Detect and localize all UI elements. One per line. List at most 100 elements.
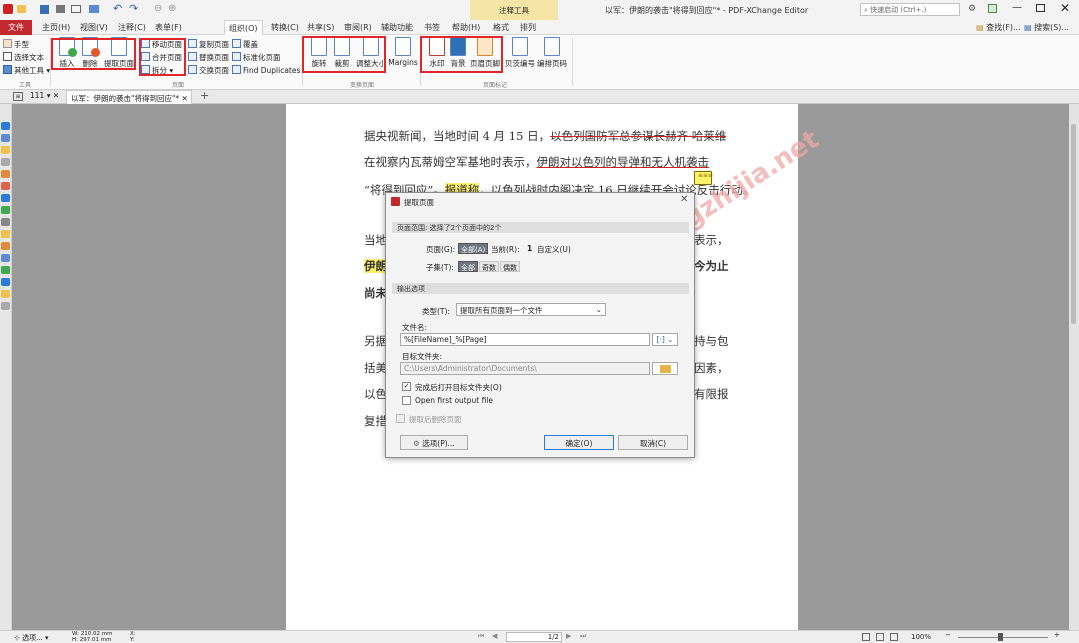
find-duplicates-button[interactable]: Find Duplicates <box>232 65 300 75</box>
overlay-button[interactable]: 覆盖 <box>232 39 258 50</box>
select-text-tool[interactable]: 选择文本 <box>3 52 44 63</box>
filename-input[interactable]: %[FileName]_%[Page] <box>400 333 650 346</box>
menu-home[interactable]: 主页(H) <box>42 22 70 33</box>
menu-convert[interactable]: 转换(C) <box>271 22 299 33</box>
cursor-icon: ⊹ <box>14 634 23 642</box>
panel-attachment-icon[interactable] <box>1 158 10 166</box>
undo-icon[interactable]: ↶ <box>113 2 122 15</box>
scan-icon[interactable] <box>89 5 99 13</box>
tool-mode-button[interactable]: ⊹ 选项... ▾ <box>14 633 49 643</box>
delete-after-checkbox[interactable] <box>396 414 405 423</box>
print-icon[interactable] <box>56 5 65 13</box>
menu-arrange[interactable]: 排列 <box>520 22 536 33</box>
hand-tool[interactable]: 手型 <box>3 39 29 50</box>
subset-all-option[interactable]: 全部 <box>458 261 478 272</box>
panel-destinations-icon[interactable] <box>1 290 10 298</box>
view-spread-icon[interactable] <box>890 633 898 641</box>
zoom-slider[interactable] <box>958 637 1048 638</box>
ok-button[interactable]: 确定(O) <box>544 435 614 450</box>
open-first-checkbox[interactable] <box>402 396 411 405</box>
add-tab-button[interactable]: + <box>200 89 209 102</box>
macro-icon: [·] ⌄ <box>656 335 674 344</box>
zoom-in-button[interactable]: + <box>1054 631 1060 639</box>
other-tools-button[interactable]: 其他工具 ▾ <box>3 65 50 76</box>
page-height-readout: H: 297.01 mm <box>72 637 112 643</box>
prev-page-button[interactable]: ◀ <box>492 632 497 640</box>
menu-view[interactable]: 视图(V) <box>80 22 108 33</box>
panel-search-icon[interactable] <box>1 218 10 226</box>
pages-custom-option[interactable]: 自定义(U) <box>537 244 571 255</box>
minimize-button[interactable]: — <box>1012 2 1022 13</box>
tab-document[interactable]: 以军：伊朗的袭击"将得到回应"* ✕ <box>66 90 192 104</box>
panel-properties-icon[interactable] <box>1 206 10 214</box>
menu-format[interactable]: 格式 <box>493 22 509 33</box>
panel-links-icon[interactable] <box>1 242 10 250</box>
menu-review[interactable]: 审阅(R) <box>344 22 372 33</box>
bates-numbering-button[interactable]: 贝茨编号 <box>504 36 536 74</box>
last-page-button[interactable]: ⏭ <box>580 632 586 641</box>
panel-pages-icon[interactable] <box>1 134 10 142</box>
settings-icon[interactable]: ⚙ <box>968 4 976 14</box>
search-button[interactable]: ▤ 搜索(S)... <box>1024 22 1069 33</box>
view-continuous-icon[interactable] <box>876 633 884 641</box>
find-button[interactable]: ▤ 查找(F)... <box>976 22 1021 33</box>
swap-pages-button[interactable]: 交换页面 <box>188 65 229 76</box>
replace-pages-button[interactable]: 替换页面 <box>188 52 229 63</box>
quick-launch-input[interactable]: ⌕ 快速启动 (Ctrl+.) <box>860 3 960 16</box>
maximize-button[interactable] <box>1036 4 1045 12</box>
options-button[interactable]: ⚙ 选项(P)... <box>400 435 468 450</box>
panel-content-icon[interactable] <box>1 254 10 262</box>
copy-pages-button[interactable]: 复制页面 <box>188 39 229 50</box>
menu-organize[interactable]: 组织(O) <box>224 20 263 35</box>
scrollbar-thumb[interactable] <box>1071 124 1076 324</box>
page-numbering-button[interactable]: 编排页码 <box>536 36 568 74</box>
menu-form[interactable]: 表单(F) <box>155 22 182 33</box>
filename-macro-button[interactable]: [·] ⌄ <box>652 333 678 346</box>
zoom-out-button[interactable]: − <box>945 631 951 639</box>
subset-even-option[interactable]: 偶数 <box>500 261 520 272</box>
save-icon[interactable] <box>40 5 49 14</box>
next-page-button[interactable]: ▶ <box>566 632 571 640</box>
panel-bookmark-icon[interactable] <box>1 122 10 130</box>
menu-accessibility[interactable]: 辅助功能 <box>381 22 413 33</box>
pages-all-option[interactable]: 全部(A) <box>458 243 489 254</box>
pages-current-option[interactable]: 当前(R): <box>491 244 520 255</box>
panel-article-icon[interactable] <box>1 278 10 286</box>
menu-file[interactable]: 文件 <box>0 20 32 35</box>
normalize-button[interactable]: 标准化页面 <box>232 52 281 63</box>
redo-icon[interactable]: ↷ <box>129 2 138 15</box>
open-folder-checkbox[interactable]: ✓ <box>402 382 411 391</box>
type-select[interactable]: 提取所有页面到一个文件 ⌄ <box>456 303 606 316</box>
zoom-slider-handle[interactable] <box>998 633 1003 641</box>
layout-icon[interactable] <box>988 4 997 13</box>
tab-home[interactable]: 111 ▾ ✕ <box>30 91 59 100</box>
browse-folder-button[interactable] <box>652 362 678 375</box>
panel-tags-icon[interactable] <box>1 230 10 238</box>
cancel-button[interactable]: 取消(C) <box>618 435 688 450</box>
email-icon[interactable] <box>71 5 81 13</box>
panel-fields-icon[interactable] <box>1 194 10 202</box>
menu-share[interactable]: 共享(S) <box>307 22 334 33</box>
panel-thumbs-icon[interactable] <box>1 302 10 310</box>
zoom-level[interactable]: 100% <box>911 633 931 641</box>
dialog-close-button[interactable]: ✕ <box>680 194 688 205</box>
panel-comment-icon[interactable] <box>1 146 10 154</box>
folder-input[interactable]: C:\Users\Administrator\Documents\ <box>400 362 650 375</box>
context-tab-label: 注释工具 <box>470 0 558 20</box>
margins-button[interactable]: Margins <box>387 36 419 74</box>
back-icon[interactable]: ⊖ <box>154 3 162 14</box>
menu-bookmarks[interactable]: 书签 <box>424 22 440 33</box>
panel-layers-icon[interactable] <box>1 170 10 178</box>
menu-comment[interactable]: 注释(C) <box>118 22 146 33</box>
tab-list-icon[interactable]: ≡ <box>13 92 23 101</box>
first-page-button[interactable]: ⏮ <box>478 632 484 641</box>
forward-icon[interactable]: ⊕ <box>168 3 176 14</box>
close-button[interactable]: ✕ <box>1060 1 1070 15</box>
open-icon[interactable] <box>17 5 26 13</box>
menu-help[interactable]: 帮助(H) <box>452 22 480 33</box>
panel-sign-icon[interactable] <box>1 182 10 190</box>
page-number-input[interactable]: 1/2 <box>506 632 562 642</box>
view-layout-icon[interactable] <box>862 633 870 641</box>
panel-history-icon[interactable] <box>1 266 10 274</box>
subset-odd-option[interactable]: 奇数 <box>479 261 499 272</box>
